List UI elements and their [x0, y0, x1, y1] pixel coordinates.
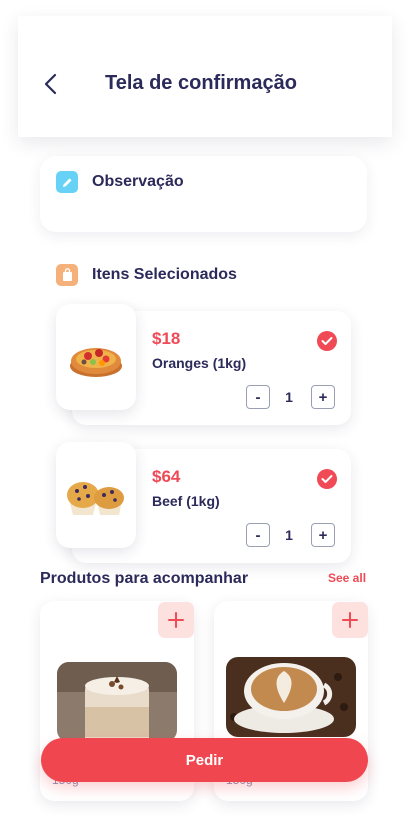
check-icon[interactable]: [317, 331, 337, 351]
bag-icon: [56, 264, 78, 286]
page-title: Tela de confirmação: [105, 72, 297, 94]
item-price: $64: [152, 467, 181, 486]
item-price: $18: [152, 329, 181, 348]
see-all-link[interactable]: See all: [328, 571, 366, 585]
section-title: Produtos para acompanhar: [40, 570, 249, 587]
order-button[interactable]: Pedir: [41, 738, 368, 782]
pencil-icon: [56, 171, 78, 193]
chevron-left-icon[interactable]: [40, 73, 62, 95]
observation-label: Observação: [92, 173, 184, 190]
item-name: Beef (1kg): [152, 493, 220, 509]
check-icon[interactable]: [317, 469, 337, 489]
cappuccino-image: [57, 662, 177, 742]
quantity-value: 1: [285, 389, 293, 405]
muffins-image: [56, 442, 136, 548]
increase-quantity-button[interactable]: +: [311, 523, 335, 547]
latte-art-image: [226, 657, 356, 737]
fruit-tart-image: [56, 304, 136, 410]
increase-quantity-button[interactable]: +: [311, 385, 335, 409]
item-name: Oranges (1kg): [152, 355, 247, 371]
plus-icon[interactable]: [332, 602, 368, 638]
decrease-quantity-button[interactable]: -: [246, 385, 270, 409]
selected-items-label: Itens Selecionados: [92, 266, 237, 283]
observation-card[interactable]: [40, 156, 367, 232]
plus-icon[interactable]: [158, 602, 194, 638]
quantity-value: 1: [285, 527, 293, 543]
decrease-quantity-button[interactable]: -: [246, 523, 270, 547]
